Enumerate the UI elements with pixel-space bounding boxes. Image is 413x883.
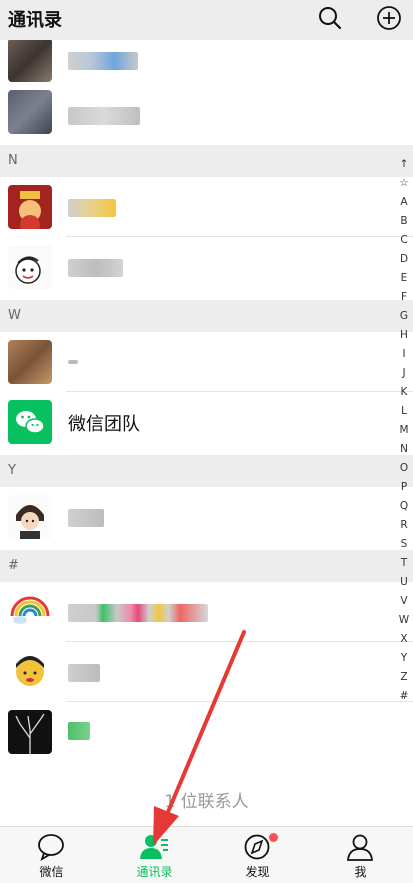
contacts-icon — [140, 835, 168, 859]
contact-row-wechat-team[interactable]: 微信团队 — [0, 392, 413, 452]
wechat-team-avatar — [8, 400, 52, 444]
contact-row[interactable] — [0, 642, 413, 702]
tab-contacts[interactable]: 通讯录 — [103, 827, 206, 883]
contact-name: 微信团队 — [68, 414, 140, 435]
contact-row[interactable] — [0, 177, 413, 237]
contact-avatar — [8, 40, 52, 82]
tab-me[interactable]: 我 — [309, 827, 412, 883]
contact-row[interactable] — [0, 40, 413, 90]
wechat-logo-icon — [16, 411, 45, 434]
bottom-tab-bar: 微信 通讯录 发现 我 — [0, 826, 413, 883]
contact-avatar — [8, 245, 52, 289]
contact-list[interactable]: N W 微信团队 Y # 1 位联系人 — [0, 40, 413, 826]
section-header-w: W — [0, 300, 413, 332]
blurred-name — [68, 52, 138, 70]
search-icon[interactable] — [317, 5, 343, 31]
chat-bubble-icon — [38, 834, 64, 861]
add-circle-icon[interactable] — [376, 5, 402, 31]
tab-chats[interactable]: 微信 — [0, 827, 103, 883]
blurred-name — [68, 604, 208, 622]
contact-row[interactable] — [0, 237, 413, 297]
contact-avatar — [8, 495, 52, 539]
tab-discover[interactable]: 发现 — [206, 827, 309, 883]
contact-row[interactable] — [0, 85, 413, 145]
blurred-name — [68, 664, 100, 682]
notification-dot — [269, 833, 278, 842]
contact-count: 1 位联系人 — [164, 792, 249, 812]
contact-row[interactable] — [0, 487, 413, 547]
section-header-y: Y — [0, 455, 413, 487]
blurred-name — [68, 509, 104, 527]
blurred-name — [68, 107, 140, 125]
contact-avatar — [8, 650, 52, 694]
section-header-n: N — [0, 145, 413, 177]
contact-row[interactable] — [0, 702, 413, 762]
contact-avatar — [8, 90, 52, 134]
compass-icon — [244, 834, 270, 860]
header-bar: 通讯录 — [0, 0, 413, 40]
page-title: 通讯录 — [8, 10, 62, 31]
contact-row[interactable] — [0, 582, 413, 642]
blurred-name — [68, 360, 78, 364]
contact-avatar — [8, 340, 52, 384]
alphabet-index-bar[interactable]: ↑ ☆ A B C D E F G H I J K L M N O P Q R … — [397, 155, 411, 706]
contact-avatar — [8, 590, 52, 634]
blurred-name — [68, 722, 90, 740]
contact-row[interactable] — [0, 332, 413, 392]
contact-avatar — [8, 185, 52, 229]
blurred-name — [68, 199, 116, 217]
section-header-hash: # — [0, 550, 413, 582]
person-icon — [347, 834, 373, 861]
blurred-name — [68, 259, 123, 277]
contact-avatar — [8, 710, 52, 754]
